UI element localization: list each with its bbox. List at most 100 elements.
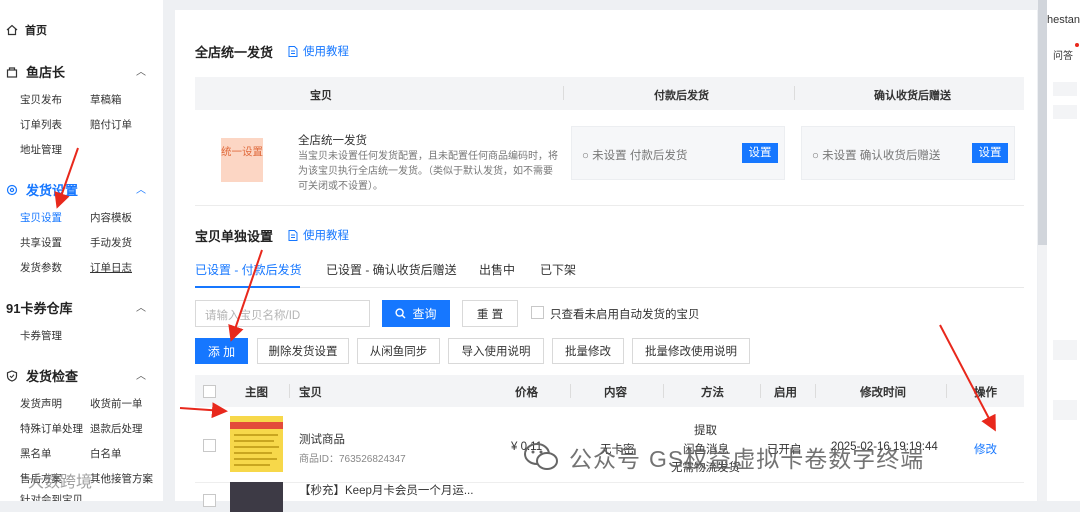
sidebar-section-check[interactable]: 发货检查 ︿ [6, 366, 146, 385]
sidebar-section-store[interactable]: 鱼店长 ︿ [6, 62, 146, 81]
chevron-up-icon: ︿ [136, 371, 146, 382]
divider [195, 205, 1024, 206]
watermark-brand: 公众号 [569, 446, 641, 472]
watermark: 公众号 GS权益虚拟卡卷数字终端 [523, 440, 924, 474]
col-image: 主图 [245, 387, 268, 399]
sidebar-item-publish[interactable]: 宝贝发布 [20, 92, 62, 107]
sidebar-item-before-receipt[interactable]: 收货前一单 [90, 396, 143, 411]
sidebar-item-address[interactable]: 地址管理 [20, 142, 62, 157]
active-tab-indicator [195, 286, 300, 288]
product-name: 测试商品 [299, 434, 345, 446]
sidebar-item-compensation[interactable]: 赔付订单 [90, 117, 132, 132]
header-confirm: 确认收货后赠送 [874, 90, 951, 102]
pay-setting-box: ○ 未设置 付款后发货 设置 [571, 126, 785, 180]
sidebar-item-blacklist[interactable]: 黑名单 [20, 446, 52, 461]
pay-setting-label: ○ 未设置 付款后发货 [582, 150, 688, 162]
sidebar-item-other[interactable]: 其他接管方案 [90, 471, 153, 486]
chevron-up-icon: ︿ [136, 303, 146, 314]
sidebar-item-target[interactable]: 针对会到宝贝 [20, 492, 83, 501]
add-button[interactable]: 添 加 [195, 338, 248, 364]
shield-icon [6, 369, 18, 382]
search-icon [395, 308, 406, 319]
sidebar-item-share[interactable]: 共享设置 [20, 235, 62, 250]
single-title: 宝贝单独设置 [195, 229, 274, 244]
tab-paid-delivery[interactable]: 已设置 - 付款后发货 [195, 261, 302, 278]
tab-on-sale[interactable]: 出售中 [479, 261, 515, 278]
row-checkbox[interactable] [203, 439, 216, 452]
tab-confirm-gift[interactable]: 已设置 - 确认收货后赠送 [326, 261, 457, 278]
section-label: 鱼店长 [26, 65, 66, 80]
import-guide-button[interactable]: 导入使用说明 [448, 338, 544, 364]
scrollbar-thumb[interactable] [1038, 0, 1047, 245]
chevron-up-icon: ︿ [136, 67, 146, 78]
global-title: 全店统一发货 [195, 45, 274, 60]
confirm-set-button[interactable]: 设置 [972, 143, 1008, 163]
watermark-text: GS权益虚拟卡卷数字终端 [649, 446, 925, 472]
sidebar-item-item-settings[interactable]: 宝贝设置 [20, 210, 62, 225]
header-item: 宝贝 [310, 90, 332, 102]
sidebar-item-order-log[interactable]: 订单日志 [90, 260, 132, 275]
col-price: 价格 [515, 387, 538, 399]
sidebar-section-coupon[interactable]: 91卡券仓库 ︿ [6, 298, 146, 317]
col-enabled: 启用 [774, 387, 797, 399]
query-button[interactable]: 查询 [382, 300, 450, 327]
only-disabled-label: 只查看未启用自动发货的宝贝 [550, 309, 700, 321]
product-id: 商品ID：763526824347 [299, 454, 406, 465]
home-icon [6, 24, 18, 36]
section-label: 发货检查 [26, 369, 79, 384]
items-table-header: 主图 宝贝 价格 内容 方法 启用 修改时间 操作 [195, 375, 1024, 407]
sidebar-item-params[interactable]: 发货参数 [20, 260, 62, 275]
tab-off-shelf[interactable]: 已下架 [540, 261, 576, 278]
global-name: 全店统一发货 [298, 135, 367, 147]
pay-set-button[interactable]: 设置 [742, 143, 778, 163]
sidebar-item-drafts[interactable]: 草稿箱 [90, 92, 122, 107]
gear-icon [6, 184, 18, 195]
sidebar-item-special[interactable]: 特殊订单处理 [20, 421, 83, 436]
reset-button[interactable]: 重 置 [462, 300, 518, 327]
section-label: 91卡券仓库 [6, 301, 73, 316]
product-thumbnail [230, 482, 283, 512]
document-icon [288, 45, 298, 57]
header-pay: 付款后发货 [654, 90, 709, 102]
sidebar-item-manual[interactable]: 手动发货 [90, 235, 132, 250]
global-desc: 当宝贝未设置任何发货配置，且未配置任何商品编码时，将为该宝贝执行全店统一发货。（… [298, 151, 558, 192]
batch-edit-button[interactable]: 批量修改 [552, 338, 624, 364]
tutorial-label: 使用教程 [303, 230, 349, 242]
right-panel-title: hestan [1047, 14, 1080, 26]
document-icon [288, 229, 298, 241]
global-tutorial-link[interactable]: 使用教程 [288, 43, 349, 59]
sync-button[interactable]: 从闲鱼同步 [357, 338, 440, 364]
main-panel: 全店统一发货 使用教程 宝贝 付款后发货 确认收货后赠送 统一设置 全店统一发货… [175, 10, 1037, 512]
confirm-setting-box: ○ 未设置 确认收货后赠送 设置 [801, 126, 1015, 180]
product-thumbnail [230, 416, 283, 472]
unified-setting-badge: 统一设置 [221, 138, 263, 182]
col-content: 内容 [604, 387, 627, 399]
sidebar-item-coupon-manage[interactable]: 卡券管理 [20, 328, 62, 343]
sidebar-item-orders[interactable]: 订单列表 [20, 117, 62, 132]
col-item: 宝贝 [299, 387, 322, 399]
sidebar-item-whitelist[interactable]: 白名单 [90, 446, 122, 461]
col-operation: 操作 [974, 387, 997, 399]
sidebar-item-refund[interactable]: 退款后处理 [90, 421, 143, 436]
tutorial-label: 使用教程 [303, 46, 349, 58]
watermark-bottom: 大数跨境 [28, 474, 93, 491]
sidebar-item-templates[interactable]: 内容模板 [90, 210, 132, 225]
confirm-setting-label: ○ 未设置 确认收货后赠送 [812, 150, 941, 162]
col-time: 修改时间 [860, 387, 906, 399]
select-all-checkbox[interactable] [203, 385, 216, 398]
sidebar-home-label: 首页 [25, 25, 47, 37]
edit-link[interactable]: 修改 [974, 441, 997, 457]
sidebar: 首页 鱼店长 ︿ 宝贝发布 草稿箱 订单列表 赔付订单 地址管理 发货设置 ︿ … [0, 0, 163, 501]
notification-dot [1075, 43, 1079, 47]
search-input[interactable]: 请输入宝贝名称/ID [195, 300, 370, 327]
qa-link[interactable]: 问答 [1053, 47, 1073, 62]
single-tutorial-link[interactable]: 使用教程 [288, 227, 349, 243]
col-method: 方法 [701, 387, 724, 399]
only-disabled-checkbox[interactable] [531, 306, 544, 319]
wechat-icon [524, 443, 558, 470]
sidebar-item-statement[interactable]: 发货声明 [20, 396, 62, 411]
delete-setting-button[interactable]: 删除发货设置 [257, 338, 349, 364]
sidebar-section-delivery[interactable]: 发货设置 ︿ [6, 180, 146, 199]
batch-edit-guide-button[interactable]: 批量修改使用说明 [632, 338, 750, 364]
sidebar-item-home[interactable]: 首页 [6, 22, 47, 38]
